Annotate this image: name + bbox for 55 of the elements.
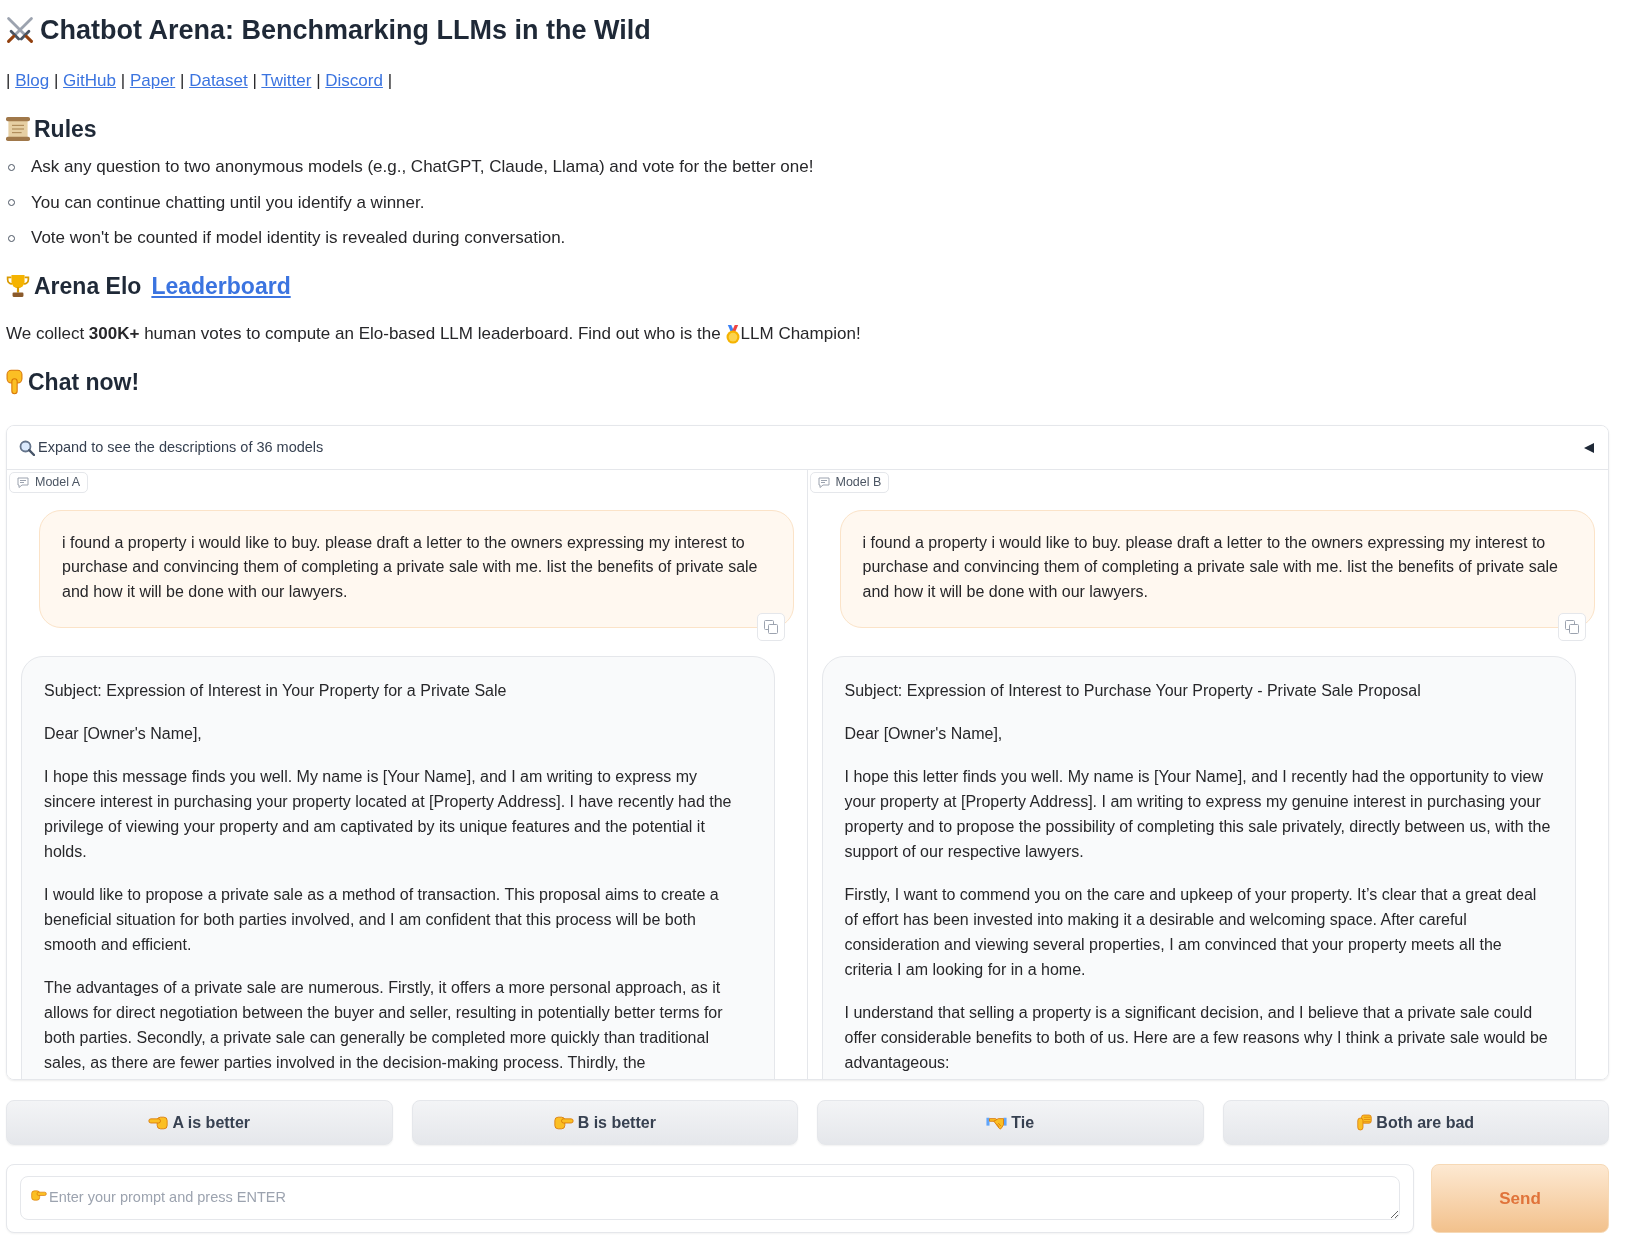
nav-link[interactable]: GitHub	[63, 71, 116, 90]
nav-link[interactable]: Discord	[325, 71, 383, 90]
intro-text: We collect 300K+ human votes to compute an Elo-based LLM leaderboard. Find out who is the	[6, 323, 721, 345]
model-label: Model B	[809, 472, 890, 493]
rule-text: You can continue chatting until you identify a winner.	[31, 191, 425, 214]
message-text: i found a property i would like to buy. please draft a letter to the owners expressing my interest to purchase and convincing them of completing a private sale with me. list the benefits of private sale and how it will be done with our lawyers.	[62, 532, 759, 602]
chat-icon	[17, 476, 29, 488]
message-text: i found a property i would like to buy. please draft a letter to the owners expressing my interest to purchase and convincing them of completing a private sale with me. list the benefits of private sale and how it will be done with our lawyers.	[862, 532, 1559, 602]
page-title: Chatbot Arena: Benchmarking LLMs in the Wild	[40, 13, 651, 47]
scroll-icon	[6, 117, 30, 141]
pointing-right-hand-icon	[31, 1190, 47, 1201]
thumbs-down-icon	[1357, 1114, 1373, 1131]
search-icon	[19, 439, 35, 456]
leaderboard-heading: Arena Elo	[34, 271, 142, 301]
message-paragraph: The advantages of a private sale are numerous. Firstly, it offers a more personal approach, as it allows for direct negotiation between the buyer and seller, resulting in potentially better terms for both parties. Secondly, a private sale can generally be completed more quickly than traditional sales, as there are fewer parties involved in the decision-making process. Thirdly, the	[44, 978, 724, 1074]
medal-icon	[725, 324, 740, 344]
chat-heading: Chat now!	[28, 367, 140, 397]
nav-link[interactable]: Twitter	[261, 71, 312, 90]
models-accordion[interactable]: Expand to see the descriptions of 36 models	[7, 426, 1608, 470]
pointing-down-hand-icon	[6, 369, 23, 395]
leaderboard-link[interactable]: Leaderboard	[151, 268, 291, 304]
send-button[interactable]: Send	[1431, 1164, 1609, 1233]
copy-button[interactable]	[756, 613, 785, 642]
copy-icon	[1565, 620, 1579, 635]
crossed-swords-icon	[6, 16, 34, 44]
intro-text: LLM Champion!	[740, 323, 861, 345]
model-label: Model A	[9, 472, 89, 493]
nav-link[interactable]: Dataset	[189, 71, 248, 90]
rules-heading: Rules	[34, 114, 97, 144]
pointing-left-hand-icon	[148, 1115, 169, 1130]
trophy-icon	[6, 274, 30, 298]
message-paragraph: Dear [Owner's Name],	[44, 724, 203, 745]
links-line: | Blog | GitHub | Paper | Dataset | Twitter | Discord |	[6, 70, 393, 92]
vote-button[interactable]: B is better	[411, 1100, 798, 1145]
nav-link[interactable]: Blog	[15, 71, 50, 90]
rule-text: Ask any question to two anonymous models (e.g., ChatGPT, Claude, Llama) and vote for the better one!	[31, 156, 814, 178]
message-paragraph: I understand that selling a property is a significant decision, and I believe that a private sale could offer considerable benefits to both of us. Here are a few reasons why I think a private sale would be advantageous:	[844, 1003, 1549, 1074]
message-paragraph: Firstly, I want to commend you on the care and upkeep of your property. It’s clear that a great deal of effort has been invested into making it a desirable and welcoming space. After careful consideration and viewing several properties, I am convinced that your property meets all the criteria I am looking for in a home.	[844, 885, 1538, 981]
vote-button[interactable]: A is better	[6, 1100, 393, 1145]
message-paragraph: Subject: Expression of Interest to Purchase Your Property - Private Sale Proposal	[844, 681, 1422, 702]
pointing-right-hand-icon	[553, 1115, 574, 1130]
message-paragraph: Dear [Owner's Name],	[844, 724, 1004, 745]
copy-icon	[763, 620, 778, 635]
prompt-input[interactable]: Enter your prompt and press ENTER	[20, 1176, 1400, 1220]
vote-button[interactable]: Tie	[817, 1100, 1204, 1145]
message-paragraph: I hope this message finds you well. My name is [Your Name], and I am writing to express my sincere interest in purchasing your property located at [Property Address]. I have recently had the privilege of viewing your property and am captivated by its unique features and the potential it holds.	[44, 767, 733, 863]
message-paragraph: Subject: Expression of Interest in Your Property for a Private Sale	[44, 681, 508, 702]
message-paragraph: I would like to propose a private sale as a method of transaction. This proposal aims to create a beneficial situation for both parties involved, and I am confident that this process will be both smooth and efficient.	[44, 885, 720, 956]
nav-link[interactable]: Paper	[129, 71, 176, 90]
rule-text: Vote won't be counted if model identity is revealed during conversation.	[31, 227, 566, 249]
copy-button[interactable]	[1558, 613, 1586, 642]
message-paragraph: I hope this letter finds you well. My name is [Your Name], and I recently had the opportunity to view your property at [Property Address]. I am writing to express my genuine interest in purchasing your property and to propose the possibility of completing this sale privately, directly between us, with the support of our respective lawyers.	[844, 767, 1552, 863]
chat-icon	[817, 476, 830, 488]
handshake-icon	[986, 1115, 1008, 1130]
vote-button[interactable]: Both are bad	[1222, 1100, 1609, 1145]
